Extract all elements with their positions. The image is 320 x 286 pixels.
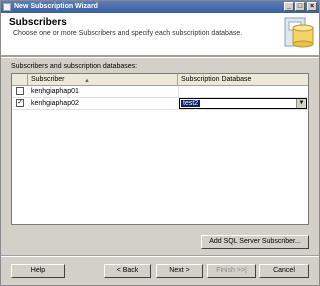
back-button[interactable]: < Back: [104, 264, 151, 278]
wizard-window: New Subscription Wizard _ □ × Subscriber…: [0, 0, 320, 286]
column-header-subscriber-label: Subscriber: [31, 76, 65, 83]
title-bar: New Subscription Wizard _ □ ×: [1, 1, 319, 13]
column-header-subscriber[interactable]: Subscriber ▲: [28, 74, 178, 85]
database-icon: [284, 17, 314, 48]
subscriber-checkbox[interactable]: ✓: [16, 99, 24, 107]
page-subtitle: Choose one or more Subscribers and speci…: [13, 30, 243, 37]
table-row[interactable]: ✓ kenhgiaphap02 test2 ▼: [12, 98, 308, 110]
add-sql-server-subscriber-button[interactable]: Add SQL Server Subscriber...: [201, 235, 309, 249]
subscribers-grid[interactable]: Subscriber ▲ Subscription Database kenhg…: [11, 73, 309, 225]
subscriber-name: kenhgiaphap01: [31, 88, 79, 95]
chevron-down-icon[interactable]: ▼: [296, 99, 306, 108]
grid-header: Subscriber ▲ Subscription Database: [12, 74, 308, 86]
selected-database: test2: [181, 100, 201, 107]
app-icon: [3, 3, 11, 11]
group-label: Subscribers and subscription databases:: [11, 63, 138, 70]
maximize-button[interactable]: □: [295, 2, 305, 11]
window-title: New Subscription Wizard: [14, 3, 98, 10]
wizard-header: Subscribers Choose one or more Subscribe…: [1, 13, 319, 56]
subscription-database-cell[interactable]: [178, 86, 308, 97]
minimize-button[interactable]: _: [284, 2, 294, 11]
subscriber-checkbox[interactable]: [16, 87, 24, 95]
footer-divider: [1, 255, 319, 257]
column-header-database[interactable]: Subscription Database: [178, 74, 308, 85]
finish-button[interactable]: Finish >>|: [207, 264, 256, 278]
cancel-button[interactable]: Cancel: [259, 264, 309, 278]
subscriber-name: kenhgiaphap02: [31, 100, 79, 107]
column-header-select[interactable]: [12, 74, 28, 85]
header-divider: [1, 56, 319, 58]
table-row[interactable]: kenhgiaphap01: [12, 86, 308, 98]
subscription-database-select[interactable]: test2 ▼: [179, 98, 307, 109]
next-button[interactable]: Next >: [156, 264, 203, 278]
page-title: Subscribers: [9, 17, 67, 28]
help-button[interactable]: Help: [11, 264, 65, 278]
close-button[interactable]: ×: [307, 2, 317, 11]
